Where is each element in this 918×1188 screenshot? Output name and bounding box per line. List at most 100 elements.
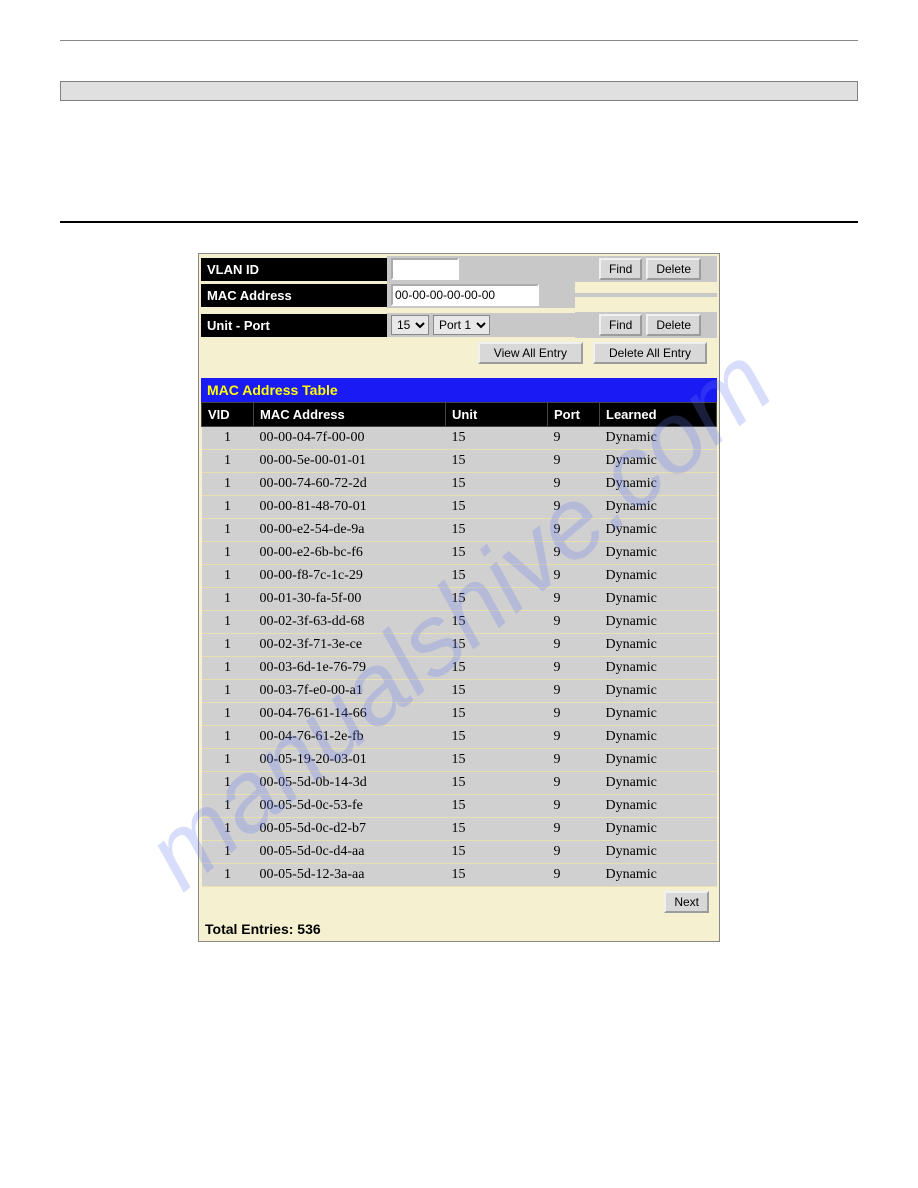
mac-address-table: VID MAC Address Unit Port Learned 100-00… (201, 402, 717, 887)
cell-vid: 1 (202, 795, 254, 818)
cell-mac: 00-05-5d-0b-14-3d (254, 772, 446, 795)
cell-vid: 1 (202, 864, 254, 887)
cell-port: 9 (548, 841, 600, 864)
cell-vid: 1 (202, 519, 254, 542)
delete-all-button[interactable]: Delete All Entry (593, 342, 707, 364)
find-port-button[interactable]: Find (599, 314, 642, 336)
cell-vid: 1 (202, 496, 254, 519)
mac-address-label: MAC Address (201, 284, 387, 307)
cell-mac: 00-00-e2-54-de-9a (254, 519, 446, 542)
cell-unit: 15 (446, 772, 548, 795)
table-row: 100-00-81-48-70-01159Dynamic (202, 496, 717, 519)
cell-mac: 00-05-19-20-03-01 (254, 749, 446, 772)
cell-vid: 1 (202, 749, 254, 772)
cell-port: 9 (548, 588, 600, 611)
table-row: 100-00-e2-54-de-9a159Dynamic (202, 519, 717, 542)
cell-port: 9 (548, 726, 600, 749)
find-vlan-button[interactable]: Find (599, 258, 642, 280)
cell-unit: 15 (446, 611, 548, 634)
cell-learned: Dynamic (600, 864, 717, 887)
vlan-id-input[interactable] (391, 258, 459, 280)
table-row: 100-00-5e-00-01-01159Dynamic (202, 450, 717, 473)
header-vid: VID (202, 403, 254, 427)
table-row: 100-05-5d-12-3a-aa159Dynamic (202, 864, 717, 887)
header-learned: Learned (600, 403, 717, 427)
delete-port-button[interactable]: Delete (646, 314, 701, 336)
divider-line-2 (60, 221, 858, 223)
table-row: 100-05-5d-0c-d4-aa159Dynamic (202, 841, 717, 864)
cell-port: 9 (548, 542, 600, 565)
cell-port: 9 (548, 657, 600, 680)
cell-unit: 15 (446, 634, 548, 657)
cell-learned: Dynamic (600, 657, 717, 680)
cell-mac: 00-00-e2-6b-bc-f6 (254, 542, 446, 565)
header-port: Port (548, 403, 600, 427)
cell-port: 9 (548, 496, 600, 519)
cell-mac: 00-05-5d-12-3a-aa (254, 864, 446, 887)
cell-mac: 00-02-3f-63-dd-68 (254, 611, 446, 634)
cell-learned: Dynamic (600, 634, 717, 657)
view-all-button[interactable]: View All Entry (478, 342, 583, 364)
mac-address-input[interactable] (391, 284, 539, 306)
cell-learned: Dynamic (600, 749, 717, 772)
cell-learned: Dynamic (600, 680, 717, 703)
cell-port: 9 (548, 427, 600, 450)
cell-learned: Dynamic (600, 565, 717, 588)
cell-unit: 15 (446, 680, 548, 703)
cell-learned: Dynamic (600, 473, 717, 496)
table-title: MAC Address Table (201, 378, 717, 402)
cell-vid: 1 (202, 588, 254, 611)
cell-learned: Dynamic (600, 703, 717, 726)
cell-vid: 1 (202, 818, 254, 841)
cell-learned: Dynamic (600, 519, 717, 542)
cell-mac: 00-00-74-60-72-2d (254, 473, 446, 496)
table-row: 100-03-6d-1e-76-79159Dynamic (202, 657, 717, 680)
cell-unit: 15 (446, 726, 548, 749)
cell-vid: 1 (202, 703, 254, 726)
cell-learned: Dynamic (600, 818, 717, 841)
cell-unit: 15 (446, 657, 548, 680)
next-button[interactable]: Next (664, 891, 709, 913)
cell-mac: 00-04-76-61-14-66 (254, 703, 446, 726)
cell-learned: Dynamic (600, 841, 717, 864)
cell-learned: Dynamic (600, 588, 717, 611)
cell-vid: 1 (202, 634, 254, 657)
cell-mac: 00-04-76-61-2e-fb (254, 726, 446, 749)
cell-learned: Dynamic (600, 450, 717, 473)
total-entries-label: Total Entries: 536 (199, 917, 719, 941)
table-row: 100-05-5d-0c-d2-b7159Dynamic (202, 818, 717, 841)
cell-mac: 00-00-81-48-70-01 (254, 496, 446, 519)
cell-vid: 1 (202, 657, 254, 680)
cell-learned: Dynamic (600, 496, 717, 519)
cell-unit: 15 (446, 542, 548, 565)
unit-select[interactable]: 15 (391, 315, 429, 335)
cell-unit: 15 (446, 473, 548, 496)
cell-mac: 00-02-3f-71-3e-ce (254, 634, 446, 657)
cell-unit: 15 (446, 450, 548, 473)
cell-port: 9 (548, 473, 600, 496)
cell-port: 9 (548, 795, 600, 818)
cell-vid: 1 (202, 611, 254, 634)
table-row: 100-03-7f-e0-00-a1159Dynamic (202, 680, 717, 703)
cell-port: 9 (548, 818, 600, 841)
delete-vlan-button[interactable]: Delete (646, 258, 701, 280)
cell-unit: 15 (446, 841, 548, 864)
cell-unit: 15 (446, 519, 548, 542)
table-row: 100-00-04-7f-00-00159Dynamic (202, 427, 717, 450)
header-unit: Unit (446, 403, 548, 427)
cell-vid: 1 (202, 450, 254, 473)
cell-unit: 15 (446, 818, 548, 841)
cell-port: 9 (548, 634, 600, 657)
cell-mac: 00-05-5d-0c-53-fe (254, 795, 446, 818)
cell-mac: 00-05-5d-0c-d4-aa (254, 841, 446, 864)
port-select[interactable]: Port 1 (433, 315, 490, 335)
cell-port: 9 (548, 450, 600, 473)
unit-port-label: Unit - Port (201, 314, 387, 337)
cell-port: 9 (548, 703, 600, 726)
cell-vid: 1 (202, 565, 254, 588)
table-row: 100-02-3f-63-dd-68159Dynamic (202, 611, 717, 634)
cell-learned: Dynamic (600, 542, 717, 565)
cell-mac: 00-00-f8-7c-1c-29 (254, 565, 446, 588)
cell-port: 9 (548, 519, 600, 542)
cell-port: 9 (548, 680, 600, 703)
